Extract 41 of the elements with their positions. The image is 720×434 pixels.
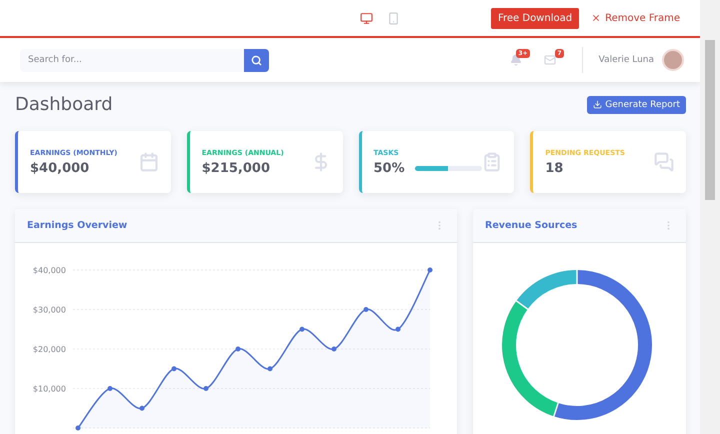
data-point — [428, 268, 432, 272]
card-value: $40,000 — [30, 160, 90, 176]
axis-label: $30,000 — [32, 306, 66, 314]
remove-frame-link[interactable]: Remove Frame — [605, 12, 680, 24]
axis-label: $40,000 — [32, 266, 66, 275]
data-point — [396, 326, 400, 332]
avatar[interactable] — [662, 49, 684, 71]
bell-icon[interactable] — [510, 54, 522, 66]
data-point — [300, 326, 304, 332]
search-button[interactable] — [244, 48, 269, 72]
close-icon[interactable] — [591, 13, 602, 23]
calendar-icon — [138, 152, 159, 172]
page-title: Dashboard — [15, 94, 113, 115]
download-button[interactable]: Free Download — [490, 8, 580, 28]
card-value: $215,000 — [202, 160, 272, 176]
data-point — [76, 426, 80, 430]
data-point — [140, 406, 144, 411]
card-value: 50% — [374, 160, 405, 176]
user-name[interactable]: Valerie Luna — [598, 55, 654, 65]
search-field[interactable]: Search for... — [20, 48, 244, 72]
clipboard-icon — [482, 152, 502, 172]
download-icon — [593, 100, 602, 109]
data-point — [204, 386, 208, 391]
data-point — [364, 307, 368, 312]
data-point — [332, 346, 336, 352]
data-point — [172, 366, 176, 372]
data-point — [108, 386, 112, 391]
data-point — [268, 366, 272, 372]
card-title: Revenue Sources — [485, 220, 578, 231]
generate-report-button[interactable]: Generate Report — [587, 96, 686, 114]
monitor-icon[interactable] — [360, 12, 374, 24]
data-point — [236, 346, 240, 352]
phone-icon[interactable] — [387, 12, 400, 24]
chat-bubbles-icon — [654, 152, 674, 172]
axis-label: $10,000 — [32, 384, 66, 394]
axis-label: $20,000 — [32, 345, 66, 354]
card-title: Earnings Overview — [27, 220, 128, 231]
card-value: 18 — [545, 160, 564, 176]
mail-icon[interactable] — [544, 54, 556, 66]
scrollbar[interactable] — [700, 0, 720, 434]
search-icon — [251, 54, 262, 66]
